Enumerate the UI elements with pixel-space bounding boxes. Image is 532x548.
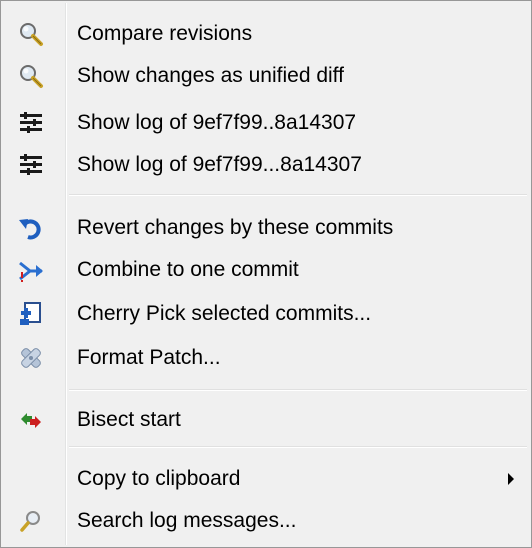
menu-item-label: Format Patch... [77,346,221,369]
menu-item-copy-to-clipboard[interactable]: Copy to clipboard [4,456,528,502]
menu-item-label: Compare revisions [77,22,253,45]
log-icon [18,110,44,136]
menu-item-combine-commits[interactable]: Combine to one commit [4,247,528,293]
menu-item-show-log-range[interactable]: Show log of 9ef7f99..8a14307 [4,100,528,146]
menu-separator [69,194,527,196]
menu-item-label: Search log messages... [77,509,297,532]
menu-item-label: Bisect start [77,408,181,431]
menu-item-label: Show log of 9ef7f99..8a14307 [77,111,357,134]
menu-item-bisect-start[interactable]: Bisect start [4,397,528,443]
revert-icon [18,215,44,241]
menu-item-revert-changes[interactable]: Revert changes by these commits [4,205,528,251]
context-menu: Compare revisions Show changes as unifie… [0,0,532,548]
menu-item-label: Show changes as unified diff [77,64,344,87]
bisect-icon [18,407,44,433]
menu-item-label: Combine to one commit [77,258,299,281]
patch-icon [18,345,44,371]
menu-separator [69,446,527,448]
magnifier-icon [18,21,44,47]
submenu-arrow-icon [508,473,514,485]
menu-item-compare-revisions[interactable]: Compare revisions [4,11,528,57]
menu-item-label: Show log of 9ef7f99...8a14307 [77,153,362,176]
menu-item-show-log-symmetric[interactable]: Show log of 9ef7f99...8a14307 [4,142,528,188]
combine-icon [18,257,44,283]
menu-item-search-log-messages[interactable]: Search log messages... [4,498,528,544]
log-icon [18,152,44,178]
menu-item-cherry-pick[interactable]: Cherry Pick selected commits... [4,291,528,337]
menu-item-format-patch[interactable]: Format Patch... [4,335,528,381]
menu-item-label: Copy to clipboard [77,467,241,490]
search-icon [18,508,44,534]
menu-item-label: Revert changes by these commits [77,216,394,239]
cherry-pick-icon [18,301,44,327]
menu-item-label: Cherry Pick selected commits... [77,302,372,325]
menu-item-unified-diff[interactable]: Show changes as unified diff [4,53,528,99]
magnifier-icon [18,63,44,89]
menu-separator [69,389,527,391]
